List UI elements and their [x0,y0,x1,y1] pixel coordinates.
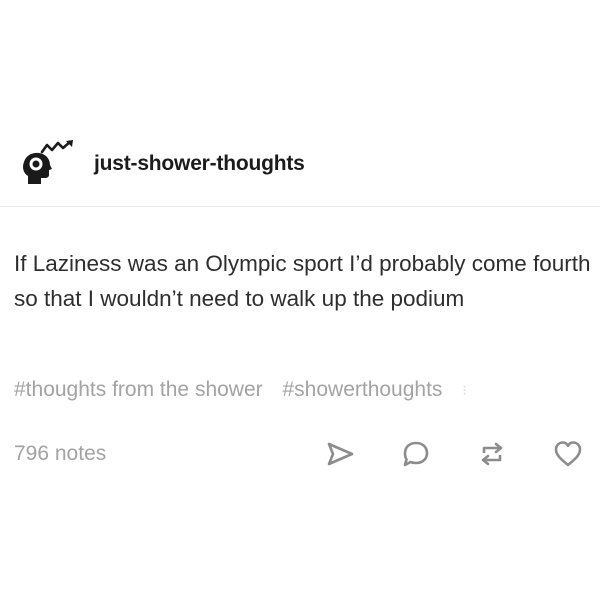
page: just-shower-thoughts If Laziness was an … [0,0,600,600]
share-button[interactable] [322,438,358,470]
reblog-icon [481,442,503,466]
reply-button[interactable] [398,438,434,470]
reblog-button[interactable] [474,438,510,470]
post-text: If Laziness was an Olympic sport I’d pro… [14,251,591,311]
head-brain-avatar-icon [23,140,73,184]
tag-link[interactable]: #showerthoughts [282,378,442,402]
blog-name-link[interactable]: just-shower-thoughts [94,152,305,176]
post-actions [322,438,586,470]
heart-icon [554,441,582,467]
tumblr-post: just-shower-thoughts If Laziness was an … [0,122,600,482]
tag-link[interactable]: #thoughts from the shower [14,378,263,402]
notes-count[interactable]: 796 notes [14,442,106,466]
post-header: just-shower-thoughts [0,122,600,207]
post-footer: 796 notes [0,426,600,482]
like-button[interactable] [550,438,586,470]
share-icon [327,442,354,466]
post-tags: #thoughts from the shower #showerthought… [14,378,594,408]
reply-bubble-icon [403,441,429,467]
tags-overflow-icon: ⁝ [462,381,467,398]
blog-avatar[interactable] [20,140,80,190]
